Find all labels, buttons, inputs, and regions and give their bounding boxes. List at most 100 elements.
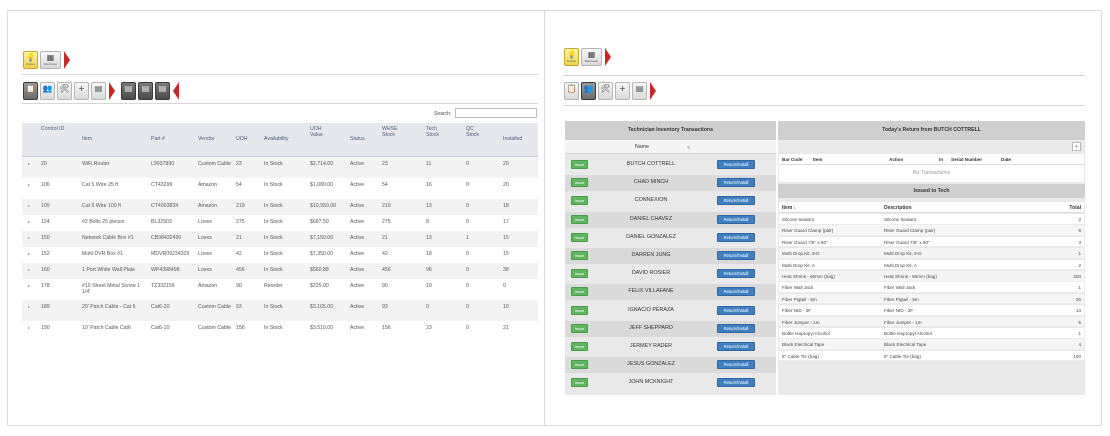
return-install-button[interactable]: Return/Install [717, 214, 755, 224]
expand-row-icon[interactable]: ▸ [28, 325, 30, 330]
cell-availability: Reorder [264, 283, 283, 289]
table-row[interactable]: ▸ 124 #2 Bolts 25 pieces BL32903 Loves 275 In … [22, 215, 538, 231]
table-row[interactable]: ▸ 160 1 Port White Wall Plate WP4398498 Love… [22, 263, 538, 279]
expand-row-icon[interactable]: ▸ [28, 182, 30, 187]
technicians-icon[interactable]: 👥 [40, 82, 55, 100]
issue-button[interactable]: Issue [571, 287, 588, 297]
cell-item: #10 Sheet Metal Screw 1 1/4' [82, 283, 140, 295]
return-install-button[interactable]: Return/Install [717, 305, 755, 315]
todays-return-title: Today's Return from BUTCH COTTRELL [778, 121, 1085, 140]
expand-arrow-icon[interactable] [64, 51, 70, 69]
expand-row-icon[interactable]: ▸ [28, 304, 30, 309]
issued-total: 2 [1078, 262, 1081, 268]
issue-button[interactable]: Issue [571, 305, 588, 315]
table-row[interactable]: ▸ 106 Cat 5 Wire 25 ft CT43299 Amazon 54 In St… [22, 178, 538, 199]
expand-arrow-icon[interactable] [650, 82, 656, 100]
col-vendor[interactable]: Vendor [198, 136, 214, 142]
cell-installed: 10 [503, 304, 509, 310]
finance-icon[interactable]: 💡 Finance [23, 51, 38, 69]
return-install-button[interactable]: Return/Install [717, 178, 755, 188]
col-tech-stock[interactable]: Tech Stock [426, 126, 448, 138]
report-b-icon[interactable]: ▤ [138, 82, 153, 100]
warehouse-icon[interactable]: ▦ Warehouse [40, 51, 61, 69]
col-total[interactable]: Total [1069, 205, 1081, 211]
issue-button[interactable]: Issue [571, 378, 588, 388]
col-qc-stock[interactable]: QC Stock [466, 126, 488, 138]
expand-arrow-icon[interactable] [605, 48, 611, 66]
table-row[interactable]: ▸ 178 #10 Sheet Metal Screw 1 1/4' TZ332156… [22, 279, 538, 300]
col-uoh[interactable]: UOH [236, 136, 248, 142]
issue-button[interactable]: Issue [571, 178, 588, 188]
table-row[interactable]: ▸ 190 10' Patch Cable Cat6 Cat6-10 Custom Ca… [22, 321, 538, 342]
expand-row-icon[interactable]: ▸ [28, 161, 30, 166]
expand-row-icon[interactable]: ▸ [28, 283, 30, 288]
add-icon[interactable]: + [615, 82, 630, 100]
issue-button[interactable]: Issue [571, 360, 588, 370]
add-icon[interactable]: + [74, 82, 89, 100]
return-install-button[interactable]: Return/Install [717, 196, 755, 206]
tools-icon[interactable]: 🛠 [57, 82, 72, 100]
clipboard-icon[interactable]: 📋 [564, 82, 579, 100]
issue-button[interactable]: Issue [571, 342, 588, 351]
cell-uoh-value: $560.88 [310, 267, 329, 273]
expand-row-icon[interactable]: ▸ [28, 251, 30, 256]
expand-arrow-icon[interactable] [109, 82, 115, 100]
col-item[interactable]: Item [82, 136, 92, 142]
cell-installed: 17 [503, 219, 509, 225]
issue-button[interactable]: Issue [571, 251, 588, 260]
return-install-button[interactable]: Return/Install [717, 269, 755, 279]
report-icon[interactable]: ▤ [632, 82, 647, 100]
expand-row-icon[interactable]: ▸ [28, 267, 30, 272]
col-status[interactable]: Status [350, 136, 365, 142]
cell-part-number: BL32903 [151, 219, 172, 225]
return-install-button[interactable]: Return/Install [717, 287, 755, 297]
warehouse-icon[interactable]: ▦ Warehouse [581, 48, 602, 66]
return-install-button[interactable]: Return/Install [717, 378, 755, 388]
col-availability[interactable]: Availability [264, 136, 288, 142]
sort-icon[interactable]: ⇅ [687, 145, 690, 150]
issue-button[interactable]: Issue [571, 196, 588, 206]
clipboard-icon[interactable]: 📋 [23, 82, 38, 100]
table-row[interactable]: ▸ 20 WiFi Router L9937990 Custom Cable 23 In S… [22, 157, 538, 178]
issue-button[interactable]: Issue [571, 214, 588, 224]
col-whse-stock[interactable]: WHSE Stock [382, 126, 404, 138]
return-install-button[interactable]: Return/Install [717, 323, 755, 333]
col-item[interactable]: Item ↓ [782, 205, 796, 211]
return-install-button[interactable]: Return/Install [717, 360, 755, 370]
expand-row-icon[interactable]: ▸ [28, 203, 30, 208]
expand-row-icon[interactable]: ▸ [28, 219, 30, 224]
issue-button[interactable]: Issue [571, 232, 588, 242]
report-a-icon[interactable]: ▤ [121, 82, 136, 100]
col-name[interactable]: Name [635, 144, 649, 150]
issue-button[interactable]: Issue [571, 323, 588, 333]
technicians-icon[interactable]: 👥 [581, 82, 596, 100]
technician-row: Issue DANIEL GONZALEZ Return/Install [565, 230, 776, 246]
issue-button[interactable]: Issue [571, 269, 588, 279]
issue-button[interactable]: Issue [571, 160, 588, 169]
col-part[interactable]: Part # [151, 136, 165, 142]
table-row[interactable]: ▸ 189 20' Patch Cable - Cat 6 Cat6-20 Custom… [22, 300, 538, 321]
return-install-button[interactable]: Return/Install [717, 251, 755, 260]
col-control-id[interactable]: Control ID [41, 126, 65, 132]
search-input[interactable] [455, 108, 537, 118]
col-uoh-value[interactable]: UOH Value [310, 126, 334, 138]
report-icon[interactable]: ▤ [91, 82, 106, 100]
col-installed[interactable]: Installed [503, 136, 522, 142]
cell-uoh: 42 [236, 251, 242, 257]
table-row[interactable]: ▸ 150 Network Cable Box #1 CB98432490 Loves 2… [22, 231, 538, 247]
expand-row-icon[interactable]: ▸ [28, 235, 30, 240]
cell-uoh: 156 [236, 325, 245, 331]
col-description[interactable]: Description [884, 205, 912, 211]
collapse-arrow-icon[interactable] [173, 82, 179, 100]
return-install-button[interactable]: Return/Install [717, 342, 755, 351]
tools-icon[interactable]: 🛠 [598, 82, 613, 100]
add-transaction-button[interactable]: + [1072, 142, 1081, 151]
cell-availability: In Stock [264, 161, 283, 167]
table-row[interactable]: ▸ 152 Multi DVR Box #1 MDVR09234329 Loves 42 I… [22, 247, 538, 263]
table-row[interactable]: ▸ 109 Cat 5 Wire 100 ft CT4003834 Amazon 219 I… [22, 199, 538, 215]
col-item: Item [813, 157, 823, 162]
return-install-button[interactable]: Return/Install [717, 160, 755, 169]
report-c-icon[interactable]: ▤ [155, 82, 170, 100]
return-install-button[interactable]: Return/Install [717, 232, 755, 242]
finance-icon[interactable]: 💡 Finance [564, 48, 579, 66]
